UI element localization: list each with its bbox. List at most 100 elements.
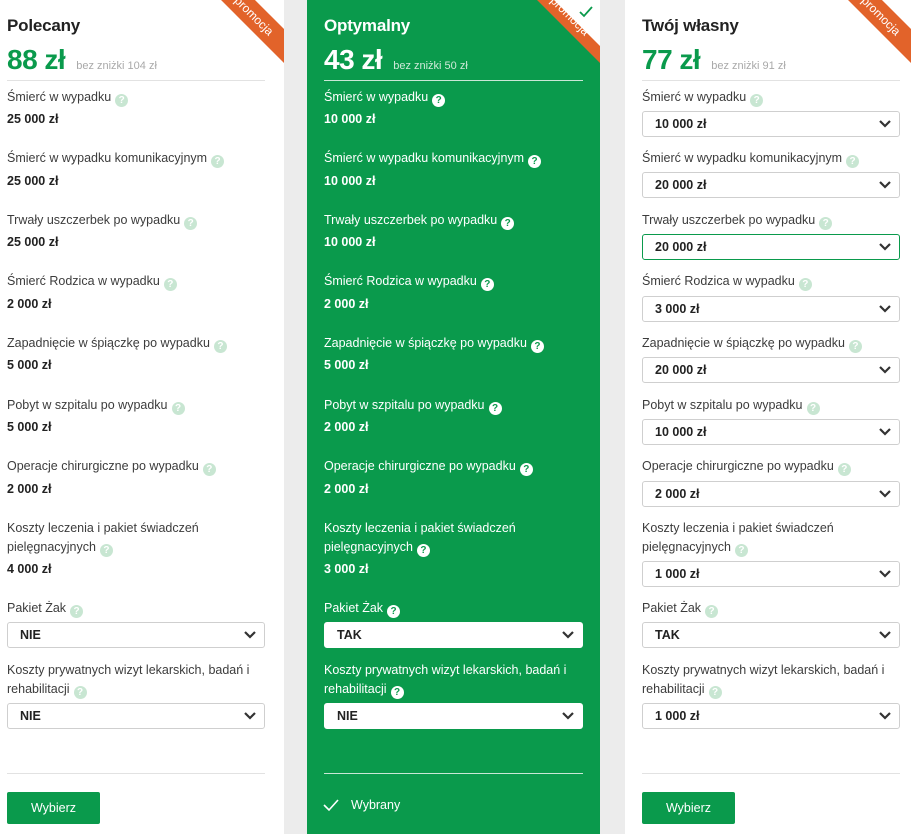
help-icon[interactable]: ? xyxy=(734,544,748,557)
pakiet-zak-select[interactable]: TAK xyxy=(642,622,900,648)
choose-button[interactable]: Wybierz xyxy=(7,792,100,824)
help-icon[interactable]: ? xyxy=(115,94,129,107)
chevron-down-icon xyxy=(562,631,574,639)
private-visits-select[interactable]: NIE xyxy=(324,703,583,729)
coverage-label: Zapadnięcie w śpiączkę po wypadku? xyxy=(7,334,227,353)
divider xyxy=(642,80,900,81)
coverage-label: Pobyt w szpitalu po wypadku? xyxy=(324,396,502,415)
coverage-label: Pobyt w szpitalu po wypadku? xyxy=(7,396,185,415)
coverage-label: Pakiet Żak? xyxy=(324,599,401,618)
help-icon[interactable]: ? xyxy=(750,94,764,107)
coverage-value: 2 000 zł xyxy=(324,482,369,496)
help-icon[interactable]: ? xyxy=(530,340,544,353)
price-row: 77 zł bez zniżki 91 zł xyxy=(642,44,786,76)
coverage-label: Operacje chirurgiczne po wypadku? xyxy=(7,457,216,476)
check-icon xyxy=(579,6,593,18)
help-icon[interactable]: ? xyxy=(387,605,401,618)
plan-old-price: bez zniżki 50 zł xyxy=(393,60,468,72)
coverage-label: Trwały uszczerbek po wypadku? xyxy=(642,211,833,230)
help-icon[interactable]: ? xyxy=(416,544,430,557)
chevron-down-icon xyxy=(879,490,891,498)
private-visits-select[interactable]: NIE xyxy=(7,703,265,729)
choose-button[interactable]: Wybierz xyxy=(642,792,735,824)
help-icon[interactable]: ? xyxy=(70,605,84,618)
coverage-label: Zapadnięcie w śpiączkę po wypadku? xyxy=(642,334,862,353)
coverage-value: 4 000 zł xyxy=(7,562,52,576)
coverage-value: 5 000 zł xyxy=(7,420,52,434)
coverage-label: Koszty prywatnych wizyt lekarskich, bada… xyxy=(324,663,567,699)
help-icon[interactable]: ? xyxy=(73,686,87,699)
chevron-down-icon xyxy=(879,366,891,374)
coverage-label: Operacje chirurgiczne po wypadku? xyxy=(324,457,533,476)
help-icon[interactable]: ? xyxy=(837,463,851,476)
coverage-value: 2 000 zł xyxy=(324,297,369,311)
treatment-costs-select[interactable]: 1 000 zł xyxy=(642,561,900,587)
plan-price: 88 zł xyxy=(7,44,66,75)
coverage-label: Koszty leczenia i pakiet świadczeń pielęg… xyxy=(642,521,834,557)
chevron-down-icon xyxy=(562,712,574,720)
help-icon[interactable]: ? xyxy=(99,544,113,557)
help-icon[interactable]: ? xyxy=(708,686,722,699)
coverage-label: Śmierć Rodzica w wypadku? xyxy=(324,272,494,291)
coverage-label: Trwały uszczerbek po wypadku? xyxy=(7,211,198,230)
parent-death-select[interactable]: 3 000 zł xyxy=(642,296,900,322)
help-icon[interactable]: ? xyxy=(705,605,719,618)
coverage-value: 25 000 zł xyxy=(7,174,59,188)
help-icon[interactable]: ? xyxy=(480,278,494,291)
pakiet-zak-select[interactable]: NIE xyxy=(7,622,265,648)
coverage-label: Koszty prywatnych wizyt lekarskich, bada… xyxy=(7,663,250,699)
help-icon[interactable]: ? xyxy=(806,402,820,415)
help-icon[interactable]: ? xyxy=(432,94,446,107)
coverage-value: 2 000 zł xyxy=(7,482,52,496)
promo-ribbon: promocja xyxy=(200,0,284,70)
coma-select[interactable]: 20 000 zł xyxy=(642,357,900,383)
chevron-down-icon xyxy=(879,428,891,436)
help-icon[interactable]: ? xyxy=(202,463,216,476)
coverage-value: 25 000 zł xyxy=(7,112,59,126)
permanent-injury-select[interactable]: 20 000 zł xyxy=(642,234,900,260)
chevron-down-icon xyxy=(244,631,256,639)
coverage-label: Pakiet Żak? xyxy=(642,599,719,618)
plan-title: Twój własny xyxy=(642,16,739,35)
coverage-label: Śmierć Rodzica w wypadku? xyxy=(7,272,177,291)
help-icon[interactable]: ? xyxy=(184,217,198,230)
help-icon[interactable]: ? xyxy=(488,402,502,415)
coverage-label: Śmierć Rodzica w wypadku? xyxy=(642,272,812,291)
help-icon[interactable]: ? xyxy=(846,155,860,168)
coverage-value: 3 000 zł xyxy=(324,562,369,576)
help-icon[interactable]: ? xyxy=(163,278,177,291)
coverage-label: Trwały uszczerbek po wypadku? xyxy=(324,211,515,230)
chevron-down-icon xyxy=(879,181,891,189)
help-icon[interactable]: ? xyxy=(819,217,833,230)
help-icon[interactable]: ? xyxy=(171,402,185,415)
coverage-value: 25 000 zł xyxy=(7,235,59,249)
hospital-stay-select[interactable]: 10 000 zł xyxy=(642,419,900,445)
help-icon[interactable]: ? xyxy=(390,686,404,699)
help-icon[interactable]: ? xyxy=(528,155,542,168)
chevron-down-icon xyxy=(244,712,256,720)
pakiet-zak-select[interactable]: TAK xyxy=(324,622,583,648)
help-icon[interactable]: ? xyxy=(211,155,225,168)
chosen-label: Wybrany xyxy=(351,798,401,812)
private-visits-select[interactable]: 1 000 zł xyxy=(642,703,900,729)
death-traffic-accident-select[interactable]: 20 000 zł xyxy=(642,172,900,198)
help-icon[interactable]: ? xyxy=(501,217,515,230)
chevron-down-icon xyxy=(879,243,891,251)
check-icon xyxy=(323,799,339,812)
coverage-label: Koszty leczenia i pakiet świadczeń pielęg… xyxy=(324,521,516,557)
help-icon[interactable]: ? xyxy=(798,278,812,291)
chosen-indicator: Wybrany xyxy=(323,798,400,812)
help-icon[interactable]: ? xyxy=(848,340,862,353)
divider xyxy=(7,80,265,81)
help-icon[interactable]: ? xyxy=(213,340,227,353)
coverage-value: 10 000 zł xyxy=(324,112,376,126)
death-accident-select[interactable]: 10 000 zł xyxy=(642,111,900,137)
chevron-down-icon xyxy=(879,120,891,128)
coverage-value: 2 000 zł xyxy=(324,420,369,434)
coverage-label: Pobyt w szpitalu po wypadku? xyxy=(642,396,820,415)
coverage-label: Pakiet Żak? xyxy=(7,599,84,618)
coverage-value: 5 000 zł xyxy=(324,358,369,372)
help-icon[interactable]: ? xyxy=(519,463,533,476)
surgery-select[interactable]: 2 000 zł xyxy=(642,481,900,507)
coverage-label: Operacje chirurgiczne po wypadku? xyxy=(642,457,851,476)
